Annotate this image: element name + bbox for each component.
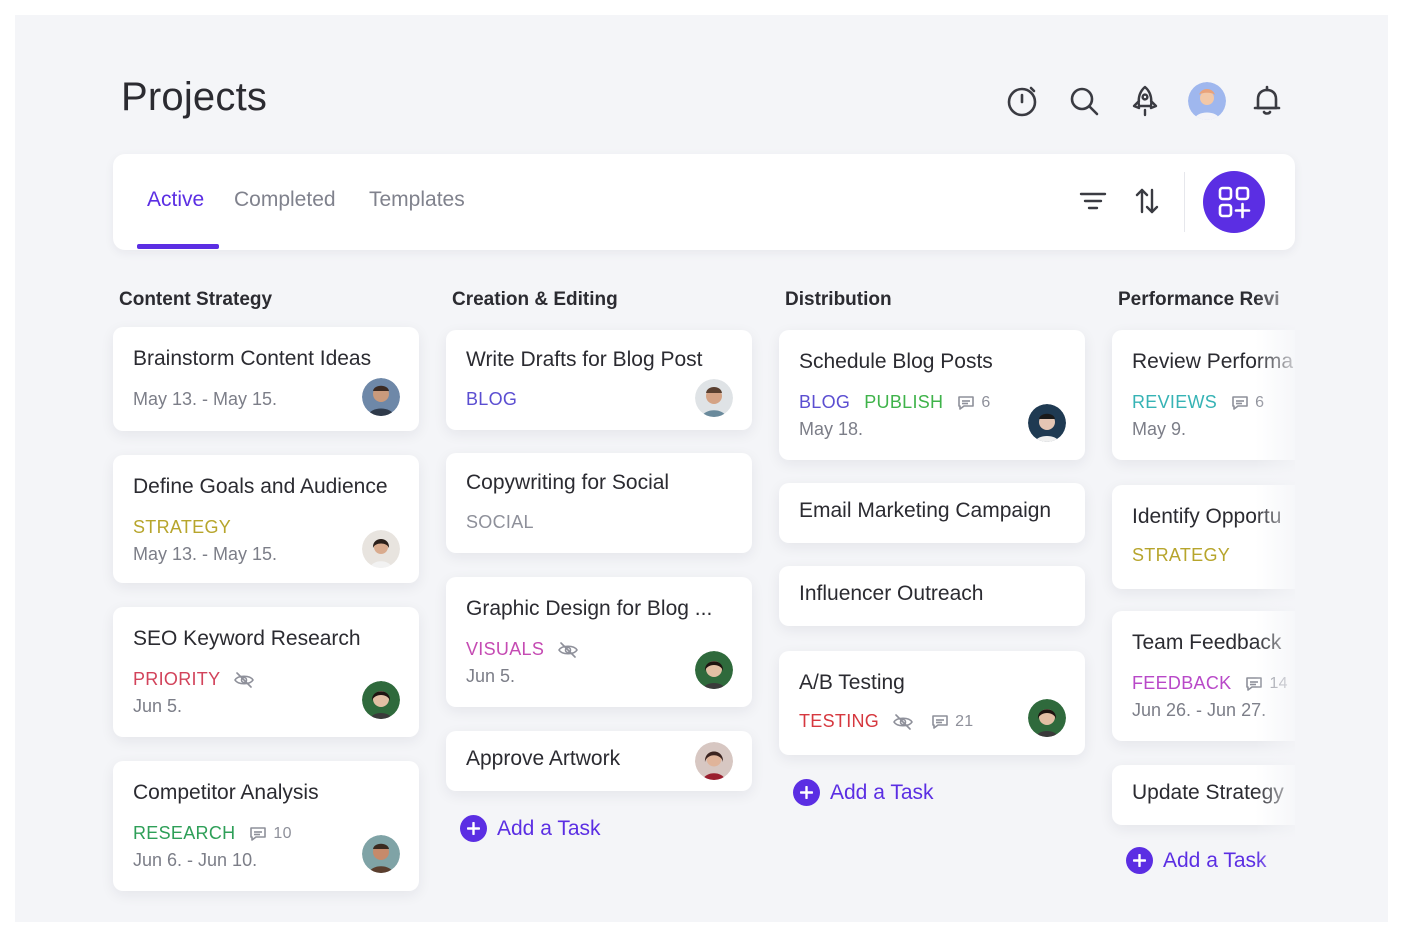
add-task-label: Add a Task bbox=[830, 780, 934, 804]
task-date: Jun 26. - Jun 27. bbox=[1132, 700, 1267, 720]
task-date: May 9. bbox=[1132, 419, 1187, 439]
task-title: Define Goals and Audience bbox=[133, 475, 388, 498]
tag-label: VISUALS bbox=[466, 639, 545, 659]
hidden-eye-icon bbox=[893, 713, 919, 730]
task-title: Brainstorm Content Ideas bbox=[133, 347, 372, 370]
add-task-button[interactable]: Add a Task bbox=[1126, 847, 1267, 874]
task-date: Jun 5. bbox=[133, 696, 183, 716]
tag-label: PUBLISH bbox=[864, 392, 944, 412]
comment-count: 10 bbox=[273, 824, 292, 842]
task-card[interactable]: Define Goals and Audience STRATEGY May 1… bbox=[113, 455, 419, 583]
task-date: May 13. - May 15. bbox=[133, 389, 278, 409]
app-frame: Projects Active Completed Templates Cont… bbox=[15, 15, 1388, 922]
column-distribution: Distribution Schedule Blog Posts BLOG PU… bbox=[779, 289, 1085, 806]
board-edge-mask bbox=[1295, 285, 1388, 922]
assignee-avatar[interactable] bbox=[1028, 404, 1066, 442]
add-task-label: Add a Task bbox=[1163, 848, 1267, 872]
plus-icon bbox=[793, 779, 820, 806]
comment-count: 6 bbox=[1255, 393, 1265, 411]
tag-label: BLOG bbox=[799, 392, 851, 412]
assignee-avatar[interactable] bbox=[362, 835, 400, 873]
task-card[interactable]: Email Marketing Campaign bbox=[779, 483, 1085, 543]
task-title: Write Drafts for Blog Post bbox=[466, 348, 703, 371]
board-columns: Content Strategy Brainstorm Content Idea… bbox=[15, 15, 1388, 922]
task-date: May 13. - May 15. bbox=[133, 544, 278, 564]
task-title: SEO Keyword Research bbox=[133, 627, 361, 650]
column-creation-editing: Creation & Editing Write Drafts for Blog… bbox=[446, 289, 752, 842]
tag-label: BLOG bbox=[466, 389, 518, 409]
hidden-eye-icon bbox=[558, 641, 584, 658]
column-title: Performance Revi bbox=[1118, 289, 1280, 310]
task-card[interactable]: A/B Testing TESTING 21 bbox=[779, 651, 1085, 755]
tag-label: PRIORITY bbox=[133, 669, 221, 689]
task-title: Influencer Outreach bbox=[799, 582, 984, 605]
assignee-avatar[interactable] bbox=[362, 530, 400, 568]
task-title: Review Performa bbox=[1132, 350, 1294, 373]
comment-count: 6 bbox=[981, 393, 991, 411]
comment-count: 14 bbox=[1269, 674, 1288, 692]
assignee-avatar[interactable] bbox=[695, 379, 733, 417]
plus-icon bbox=[1126, 847, 1153, 874]
tag-label: STRATEGY bbox=[1132, 545, 1231, 565]
comment-icon bbox=[958, 395, 975, 410]
comment-icon bbox=[1232, 395, 1248, 410]
task-card[interactable]: Competitor Analysis RESEARCH 10 Jun 6. -… bbox=[113, 761, 419, 891]
column-title: Distribution bbox=[785, 289, 892, 310]
tag-label: STRATEGY bbox=[133, 517, 232, 537]
task-card[interactable]: Graphic Design for Blog ... VISUALS Jun … bbox=[446, 577, 752, 707]
task-title: Schedule Blog Posts bbox=[799, 350, 993, 373]
column-title: Creation & Editing bbox=[452, 289, 618, 310]
assignee-avatar[interactable] bbox=[1028, 699, 1066, 737]
task-title: Update Strategy bbox=[1132, 781, 1284, 804]
task-card[interactable]: Brainstorm Content Ideas May 13. - May 1… bbox=[113, 327, 419, 431]
add-task-button[interactable]: Add a Task bbox=[460, 815, 601, 842]
task-date: Jun 5. bbox=[466, 666, 516, 686]
task-title: A/B Testing bbox=[799, 671, 905, 694]
comment-icon bbox=[932, 714, 948, 729]
column-title: Content Strategy bbox=[119, 289, 273, 310]
comment-count: 21 bbox=[955, 712, 974, 730]
task-title: Approve Artwork bbox=[466, 747, 621, 770]
task-card[interactable]: Write Drafts for Blog Post BLOG bbox=[446, 330, 752, 430]
assignee-avatar[interactable] bbox=[362, 681, 400, 719]
assignee-avatar[interactable] bbox=[695, 742, 733, 780]
hidden-eye-icon bbox=[234, 671, 260, 688]
task-card[interactable]: Copywriting for Social SOCIAL bbox=[446, 453, 752, 553]
plus-icon bbox=[460, 815, 487, 842]
tag-label: REVIEWS bbox=[1132, 392, 1218, 412]
comment-icon bbox=[250, 826, 267, 841]
task-card[interactable]: Schedule Blog Posts BLOG PUBLISH 6 May 1… bbox=[779, 330, 1085, 460]
add-task-button[interactable]: Add a Task bbox=[793, 779, 934, 806]
task-title: Team Feedback bbox=[1132, 631, 1282, 654]
assignee-avatar[interactable] bbox=[695, 651, 733, 689]
task-title: Identify Opportu bbox=[1132, 505, 1282, 528]
column-content-strategy: Content Strategy Brainstorm Content Idea… bbox=[113, 289, 419, 891]
tag-label: TESTING bbox=[799, 711, 880, 731]
task-card[interactable]: Influencer Outreach bbox=[779, 566, 1085, 626]
add-task-label: Add a Task bbox=[497, 816, 601, 840]
task-title: Graphic Design for Blog ... bbox=[466, 597, 713, 620]
task-card[interactable]: SEO Keyword Research PRIORITY Jun 5. bbox=[113, 607, 419, 737]
task-title: Email Marketing Campaign bbox=[799, 499, 1052, 522]
task-title: Copywriting for Social bbox=[466, 471, 670, 494]
tag-label: FEEDBACK bbox=[1132, 673, 1232, 693]
task-date: Jun 6. - Jun 10. bbox=[133, 850, 258, 870]
tag-label: SOCIAL bbox=[466, 512, 534, 532]
task-card[interactable]: Approve Artwork bbox=[446, 731, 752, 791]
task-title: Competitor Analysis bbox=[133, 781, 319, 804]
assignee-avatar[interactable] bbox=[362, 378, 400, 416]
tag-label: RESEARCH bbox=[133, 823, 236, 843]
task-date: May 18. bbox=[799, 419, 864, 439]
comment-icon bbox=[1246, 676, 1263, 691]
